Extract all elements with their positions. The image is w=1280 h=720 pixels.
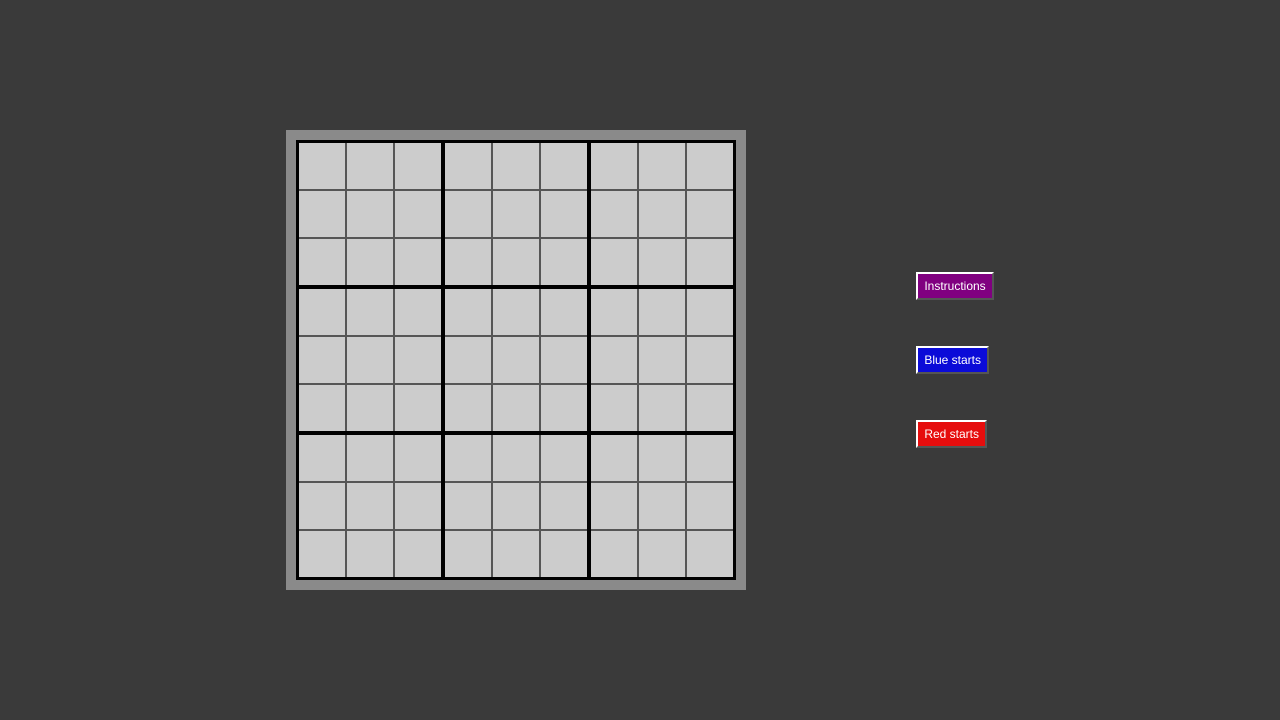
big-cell bbox=[299, 143, 441, 285]
small-cell[interactable] bbox=[591, 337, 637, 383]
small-cell[interactable] bbox=[639, 435, 685, 481]
small-cell[interactable] bbox=[541, 385, 587, 431]
small-cell[interactable] bbox=[541, 191, 587, 237]
small-cell[interactable] bbox=[445, 531, 491, 577]
small-cell[interactable] bbox=[347, 385, 393, 431]
small-cell[interactable] bbox=[493, 337, 539, 383]
small-cell[interactable] bbox=[493, 385, 539, 431]
big-cell bbox=[445, 435, 587, 577]
small-cell[interactable] bbox=[445, 435, 491, 481]
small-cell[interactable] bbox=[687, 143, 733, 189]
small-cell[interactable] bbox=[299, 191, 345, 237]
small-cell[interactable] bbox=[445, 239, 491, 285]
small-cell[interactable] bbox=[591, 289, 637, 335]
small-cell[interactable] bbox=[299, 239, 345, 285]
small-cell[interactable] bbox=[541, 435, 587, 481]
board-wrapper bbox=[286, 130, 746, 590]
small-cell[interactable] bbox=[395, 239, 441, 285]
small-cell[interactable] bbox=[687, 531, 733, 577]
small-cell[interactable] bbox=[687, 483, 733, 529]
small-cell[interactable] bbox=[493, 531, 539, 577]
big-cell bbox=[445, 143, 587, 285]
small-cell[interactable] bbox=[541, 143, 587, 189]
small-cell[interactable] bbox=[299, 435, 345, 481]
small-cell[interactable] bbox=[347, 239, 393, 285]
small-cell[interactable] bbox=[493, 435, 539, 481]
big-cell bbox=[445, 289, 587, 431]
small-cell[interactable] bbox=[591, 435, 637, 481]
small-cell[interactable] bbox=[639, 531, 685, 577]
small-cell[interactable] bbox=[395, 483, 441, 529]
small-cell[interactable] bbox=[445, 385, 491, 431]
small-cell[interactable] bbox=[395, 337, 441, 383]
big-cell bbox=[591, 143, 733, 285]
blue-starts-button[interactable]: Blue starts bbox=[916, 346, 989, 374]
small-cell[interactable] bbox=[445, 483, 491, 529]
small-cell[interactable] bbox=[347, 435, 393, 481]
small-cell[interactable] bbox=[445, 191, 491, 237]
small-cell[interactable] bbox=[395, 289, 441, 335]
game-container: Instructions Blue starts Red starts bbox=[286, 130, 993, 590]
small-cell[interactable] bbox=[395, 435, 441, 481]
small-cell[interactable] bbox=[687, 239, 733, 285]
small-cell[interactable] bbox=[347, 337, 393, 383]
small-cell[interactable] bbox=[395, 385, 441, 431]
small-cell[interactable] bbox=[299, 289, 345, 335]
small-cell[interactable] bbox=[493, 289, 539, 335]
small-cell[interactable] bbox=[639, 239, 685, 285]
small-cell[interactable] bbox=[347, 289, 393, 335]
small-cell[interactable] bbox=[445, 337, 491, 383]
small-cell[interactable] bbox=[299, 385, 345, 431]
red-starts-button[interactable]: Red starts bbox=[916, 420, 987, 448]
small-cell[interactable] bbox=[493, 239, 539, 285]
small-cell[interactable] bbox=[639, 143, 685, 189]
instructions-button[interactable]: Instructions bbox=[916, 272, 993, 300]
small-cell[interactable] bbox=[299, 337, 345, 383]
small-cell[interactable] bbox=[493, 191, 539, 237]
small-cell[interactable] bbox=[347, 191, 393, 237]
small-cell[interactable] bbox=[687, 435, 733, 481]
small-cell[interactable] bbox=[395, 191, 441, 237]
small-cell[interactable] bbox=[395, 531, 441, 577]
small-cell[interactable] bbox=[591, 239, 637, 285]
small-cell[interactable] bbox=[687, 337, 733, 383]
big-cell bbox=[591, 435, 733, 577]
small-cell[interactable] bbox=[445, 289, 491, 335]
controls-panel: Instructions Blue starts Red starts bbox=[916, 272, 993, 448]
small-cell[interactable] bbox=[591, 531, 637, 577]
small-cell[interactable] bbox=[591, 191, 637, 237]
small-cell[interactable] bbox=[299, 531, 345, 577]
small-cell[interactable] bbox=[299, 483, 345, 529]
small-cell[interactable] bbox=[347, 143, 393, 189]
small-cell[interactable] bbox=[687, 385, 733, 431]
small-cell[interactable] bbox=[541, 289, 587, 335]
small-cell[interactable] bbox=[639, 337, 685, 383]
small-cell[interactable] bbox=[541, 531, 587, 577]
small-cell[interactable] bbox=[591, 385, 637, 431]
small-cell[interactable] bbox=[445, 143, 491, 189]
small-cell[interactable] bbox=[493, 483, 539, 529]
small-cell[interactable] bbox=[639, 289, 685, 335]
small-cell[interactable] bbox=[541, 337, 587, 383]
small-cell[interactable] bbox=[493, 143, 539, 189]
small-cell[interactable] bbox=[541, 483, 587, 529]
small-cell[interactable] bbox=[347, 483, 393, 529]
small-cell[interactable] bbox=[591, 483, 637, 529]
small-cell[interactable] bbox=[541, 239, 587, 285]
small-cell[interactable] bbox=[687, 191, 733, 237]
big-cell bbox=[299, 289, 441, 431]
small-cell[interactable] bbox=[299, 143, 345, 189]
small-cell[interactable] bbox=[347, 531, 393, 577]
game-board bbox=[296, 140, 736, 580]
small-cell[interactable] bbox=[395, 143, 441, 189]
big-cell bbox=[299, 435, 441, 577]
small-cell[interactable] bbox=[687, 289, 733, 335]
small-cell[interactable] bbox=[639, 191, 685, 237]
small-cell[interactable] bbox=[639, 385, 685, 431]
small-cell[interactable] bbox=[639, 483, 685, 529]
big-cell bbox=[591, 289, 733, 431]
small-cell[interactable] bbox=[591, 143, 637, 189]
